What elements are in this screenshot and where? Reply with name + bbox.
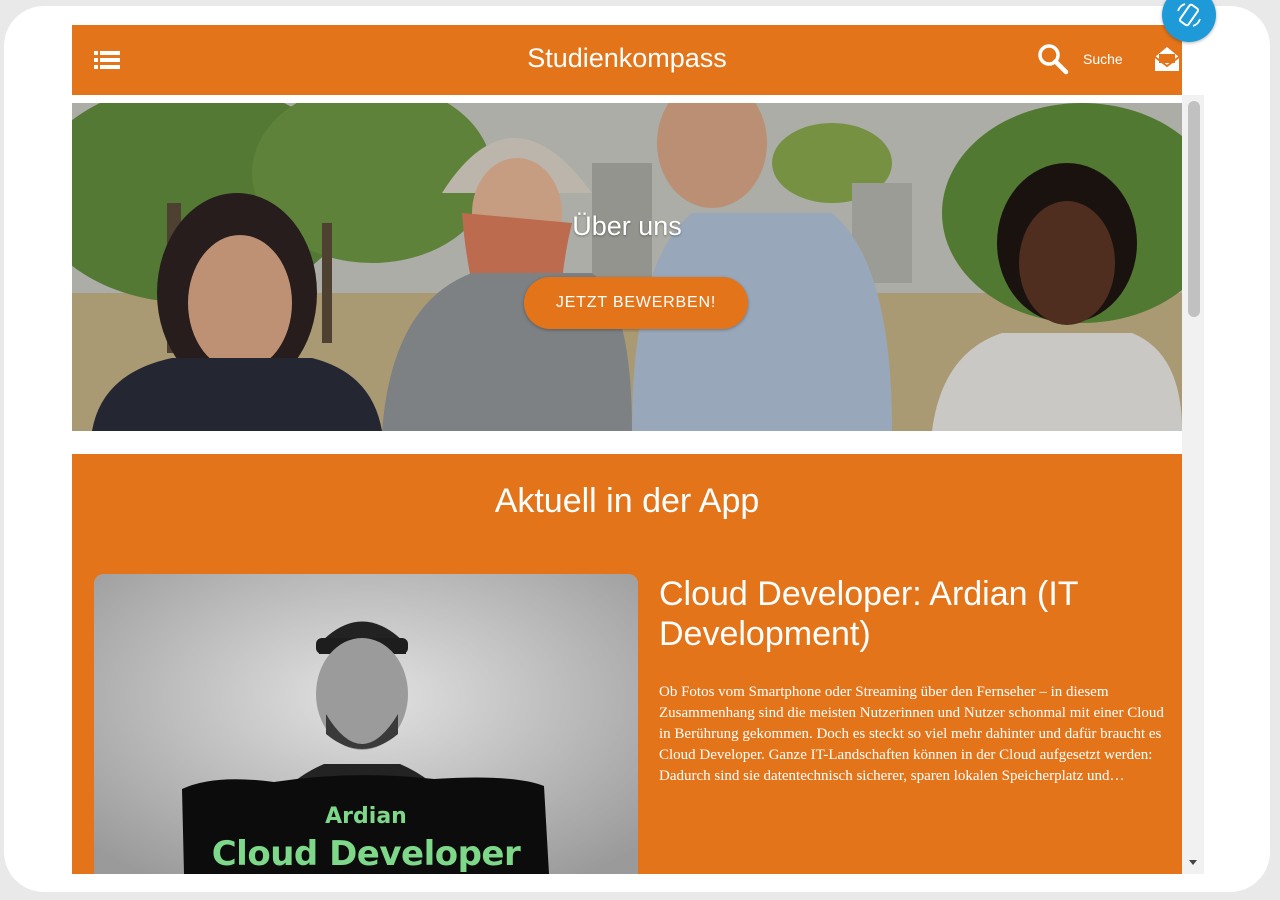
image-caption-role: Cloud Developer — [211, 834, 521, 874]
hero-title: Über uns — [572, 211, 682, 241]
article-photo — [94, 574, 638, 874]
scroll-down-arrow-icon[interactable] — [1186, 856, 1200, 868]
article-card[interactable]: Ardian Cloud Developer Cloud Developer: … — [72, 454, 1182, 874]
current-in-app-section: Aktuell in der App Ardian Cloud Develope… — [72, 454, 1182, 874]
search-label[interactable]: Suche — [1083, 51, 1123, 67]
article-excerpt: Ob Fotos vom Smartphone oder Streaming ü… — [659, 684, 1164, 784]
top-app-bar: Studienkompass Suche — [72, 25, 1182, 95]
article-image[interactable]: Ardian Cloud Developer — [94, 574, 638, 874]
image-caption-name: Ardian — [325, 804, 407, 829]
hero-banner: Über uns JETZT BEWERBEN! — [72, 103, 1182, 431]
rotate-icon — [1177, 3, 1201, 27]
article-title[interactable]: Cloud Developer: Ardian (IT Development) — [659, 574, 1169, 654]
scrollbar-thumb[interactable] — [1188, 101, 1200, 317]
inbox-icon[interactable] — [1152, 43, 1182, 75]
app-title: Studienkompass — [527, 43, 727, 73]
search-icon[interactable] — [1037, 43, 1069, 75]
hero-photo — [72, 103, 1182, 431]
apply-now-button[interactable]: JETZT BEWERBEN! — [524, 277, 748, 329]
menu-icon[interactable] — [94, 50, 120, 70]
app-screen: Studienkompass Suche Über uns JETZT BEWE… — [72, 25, 1204, 874]
